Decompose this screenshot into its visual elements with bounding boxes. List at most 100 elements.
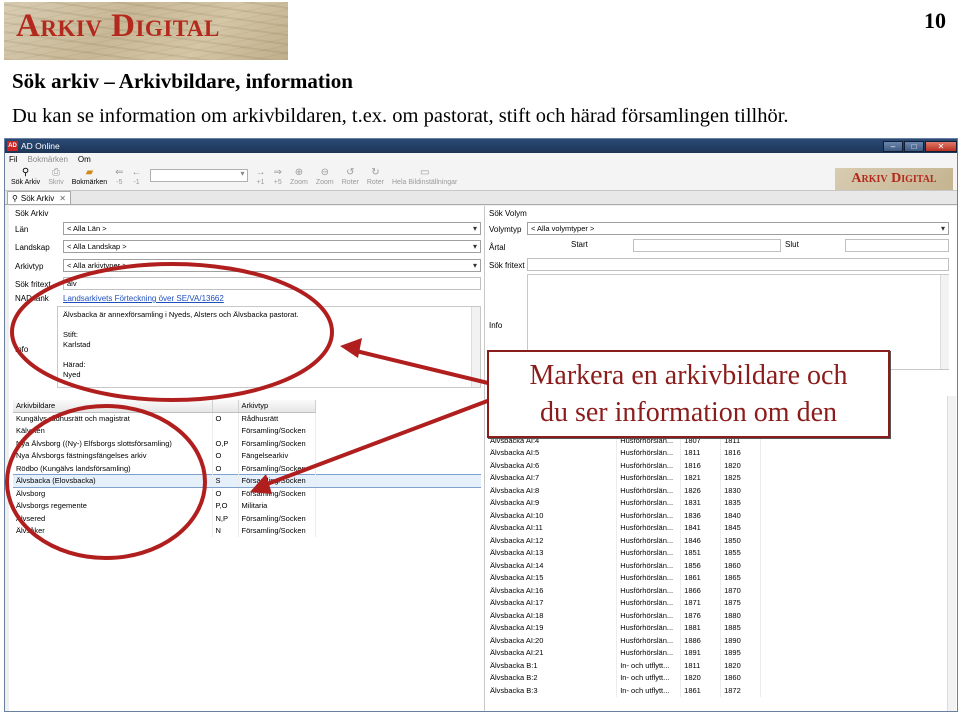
arkivbildare-row[interactable]: Älvsborgs regemente P,O Militaria (13, 499, 481, 512)
nad-label: NAD länk (15, 294, 49, 303)
volym-row[interactable]: Älvsbacka AI:16 Husförhörslän... 1866 1870 (487, 584, 761, 597)
volym-type-cell: Husförhörslän... (616, 559, 682, 572)
window-title: AD Online (21, 141, 60, 151)
bokmarken-button[interactable]: ▰ Bokmärken (72, 167, 107, 186)
forward5-button[interactable]: ⇒ +5 (274, 167, 282, 186)
volym-type-cell: Husförhörslän... (616, 484, 682, 497)
tab-sok-arkiv[interactable]: ⚲ Sök Arkiv ✕ (7, 191, 71, 204)
page-select[interactable] (149, 169, 248, 182)
nad-link[interactable]: Landsarkivets Förteckning över SE/VA/136… (63, 294, 224, 303)
volym-name-cell: Älvsbacka AI:6 (487, 459, 618, 472)
volym-row[interactable]: Älvsbacka AI:12 Husförhörslän... 1846 1850 (487, 534, 761, 547)
arkivbildare-row[interactable]: Nya Älvsborg ((Ny-) Elfsborgs slottsförs… (13, 437, 481, 450)
row-filler (315, 412, 481, 425)
info-scrollbar[interactable] (471, 307, 480, 387)
col-arkivtyp[interactable]: Arkivtyp (238, 400, 316, 413)
volym-row[interactable]: Älvsbacka AI:5 Husförhörslän... 1811 1816 (487, 446, 761, 459)
volymtyp-select[interactable]: < Alla volymtyper > (527, 222, 949, 235)
volym-row[interactable]: Älvsbacka B:2 In- och utflytt... 1820 1860 (487, 671, 761, 684)
arkivbildare-row[interactable]: Älvsered N,P Församling/Socken (13, 512, 481, 525)
arrow-right-icon: ⇒ (273, 167, 282, 178)
fit-page-button[interactable]: ▭ Hela Bildinställningar (392, 167, 457, 186)
volym-row[interactable]: Älvsbacka AI:15 Husförhörslän... 1861 1865 (487, 571, 761, 584)
volym-end-cell: 1872 (720, 684, 761, 697)
arkivbildare-row[interactable]: Älvsborg O Församling/Socken (13, 487, 481, 500)
landskap-select[interactable]: < Alla Landskap > (63, 240, 481, 253)
stift-value: Karlstad (63, 340, 91, 349)
back1-button[interactable]: ← -1 (132, 167, 142, 186)
menu-om[interactable]: Om (78, 155, 91, 164)
volym-table-scrollbar[interactable] (947, 396, 956, 711)
volym-row[interactable]: Älvsbacka AI:21 Husförhörslän... 1891 1895 (487, 646, 761, 659)
tab-close-icon[interactable]: ✕ (59, 194, 66, 203)
window-titlebar: AD AD Online – □ ✕ (5, 139, 957, 153)
forward1-button[interactable]: → +1 (256, 167, 266, 186)
volym-start-cell: 1811 (680, 446, 722, 459)
col-arkivbildare[interactable]: Arkivbildare (13, 400, 213, 413)
volym-type-cell: Husförhörslän... (616, 621, 682, 634)
slide-title: Sök arkiv – Arkivbildare, information (12, 69, 353, 93)
close-button[interactable]: ✕ (925, 140, 957, 152)
volym-type-cell: Husförhörslän... (616, 609, 682, 622)
volym-row[interactable]: Älvsbacka B:3 In- och utflytt... 1861 1872 (487, 684, 761, 697)
slut-input[interactable] (845, 239, 949, 252)
skriv-button[interactable]: ⎙ Skriv (48, 167, 64, 186)
volym-start-cell: 1851 (680, 546, 722, 559)
stift-label: Stift: (63, 330, 79, 339)
volym-row[interactable]: Älvsbacka AI:10 Husförhörslän... 1836 1840 (487, 509, 761, 522)
flags-cell: O (212, 462, 239, 475)
rotate-right-button[interactable]: ↻ Roter (367, 167, 384, 186)
fritext-input[interactable]: älv (63, 277, 481, 290)
flags-cell (212, 424, 239, 437)
arkivtyp-select[interactable]: < Alla arkivtyper > (63, 259, 481, 272)
sok-arkiv-button[interactable]: ⚲ Sök Arkiv (11, 167, 40, 186)
arkivbildare-row[interactable]: Älvsåker N Församling/Socken (13, 524, 481, 537)
minimize-button[interactable]: – (883, 140, 903, 152)
volym-row[interactable]: Älvsbacka AI:6 Husförhörslän... 1816 1820 (487, 459, 761, 472)
start-input[interactable] (633, 239, 781, 252)
lan-select[interactable]: < Alla Län > (63, 222, 481, 235)
arkivtyp-cell: Församling/Socken (238, 524, 316, 537)
slide-subtitle: Du kan se information om arkivbildaren, … (12, 105, 789, 127)
col-flags[interactable] (212, 400, 239, 413)
volym-row[interactable]: Älvsbacka AI:8 Husförhörslän... 1826 1830 (487, 484, 761, 497)
volym-name-cell: Älvsbacka AI:20 (487, 634, 618, 647)
volym-row[interactable]: Älvsbacka AI:7 Husförhörslän... 1821 1825 (487, 471, 761, 484)
volym-row[interactable]: Älvsbacka AI:9 Husförhörslän... 1831 1835 (487, 496, 761, 509)
volym-row[interactable]: Älvsbacka AI:19 Husförhörslän... 1881 1885 (487, 621, 761, 634)
arkivbildare-row[interactable]: Kungälvs rådhusrätt och magistrat O Rådhus… (13, 412, 481, 425)
arkivbildare-row[interactable]: Rödbo (Kungälvs landsförsamling) O Församl… (13, 462, 481, 475)
arkivbildare-row[interactable]: Kälvsten Församling/Socken (13, 424, 481, 437)
volym-row[interactable]: Älvsbacka AI:13 Husförhörslän... 1851 1855 (487, 546, 761, 559)
volym-name-cell: Älvsbacka AI:19 (487, 621, 618, 634)
arkivbildare-table: Arkivbildare Arkivtyp Kungälvs rådhusrät… (13, 400, 481, 537)
volym-row[interactable]: Älvsbacka AI:20 Husförhörslän... 1886 1890 (487, 634, 761, 647)
volym-end-cell: 1835 (720, 496, 761, 509)
volym-info-scrollbar[interactable] (940, 275, 949, 369)
volym-table: Älvsbacka AI:4 Husförhörslän... 1807 1811 Äl… (487, 434, 761, 697)
zoom-in-button[interactable]: ⊕ Zoom (290, 167, 308, 186)
volym-row[interactable]: Älvsbacka AI:14 Husförhörslän... 1856 1860 (487, 559, 761, 572)
zoom-out-button[interactable]: ⊖ Zoom (316, 167, 334, 186)
flags-cell: O (212, 449, 239, 462)
maximize-button[interactable]: □ (904, 140, 924, 152)
arkivbildare-row[interactable]: Älvsbacka (Elovsbacka) S Församling/Socken (13, 474, 481, 488)
volym-fritext-input[interactable] (527, 258, 949, 271)
back5-button[interactable]: ⇐ -5 (115, 167, 123, 186)
volym-type-cell: Husförhörslän... (616, 596, 682, 609)
volym-row[interactable]: Älvsbacka AI:17 Husförhörslän... 1871 1875 (487, 596, 761, 609)
volym-name-cell: Älvsbacka AI:7 (487, 471, 618, 484)
menu-bokmarken[interactable]: Bokmärken (27, 155, 67, 164)
volym-row[interactable]: Älvsbacka AI:11 Husförhörslän... 1841 1845 (487, 521, 761, 534)
flags-cell: N (212, 524, 239, 537)
rotate-left-button[interactable]: ↺ Roter (342, 167, 359, 186)
arkivbildare-row[interactable]: Nya Älvsborgs fästningsfängelses arkiv O F… (13, 449, 481, 462)
menu-fil[interactable]: Fil (9, 155, 17, 164)
volym-type-cell: Husförhörslän... (616, 646, 682, 659)
volym-start-cell: 1861 (680, 684, 722, 697)
volym-row[interactable]: Älvsbacka B:1 In- och utflytt... 1811 1820 (487, 659, 761, 672)
rotate-right-icon: ↻ (371, 167, 380, 178)
volym-row[interactable]: Älvsbacka AI:18 Husförhörslän... 1876 1880 (487, 609, 761, 622)
binoculars-icon: ⚲ (21, 167, 30, 178)
volym-start-cell: 1816 (680, 459, 722, 472)
